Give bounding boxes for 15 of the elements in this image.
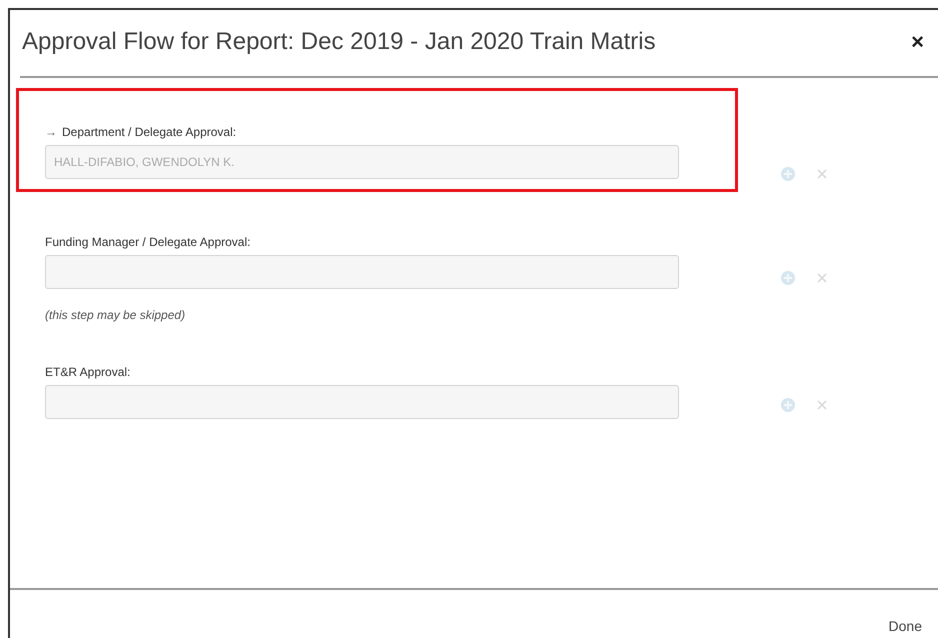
remove-icon[interactable] (816, 272, 828, 284)
close-button[interactable]: × (907, 29, 928, 55)
approver-field[interactable] (45, 255, 679, 289)
field-label: Funding Manager / Delegate Approval: (45, 235, 250, 249)
field-label: ET&R Approval: (45, 365, 130, 379)
remove-icon[interactable] (816, 399, 828, 411)
approver-field[interactable] (45, 385, 679, 419)
add-icon[interactable] (780, 397, 796, 413)
dialog-title: Approval Flow for Report: Dec 2019 - Jan 2020 Train Matris (22, 28, 656, 56)
add-icon[interactable] (780, 270, 796, 286)
step-note: (this step may be skipped) (45, 308, 186, 322)
remove-icon[interactable] (816, 168, 828, 180)
current-step-marker: → (45, 125, 57, 139)
add-icon[interactable] (780, 166, 796, 182)
field-label: Department / Delegate Approval: (62, 125, 236, 139)
